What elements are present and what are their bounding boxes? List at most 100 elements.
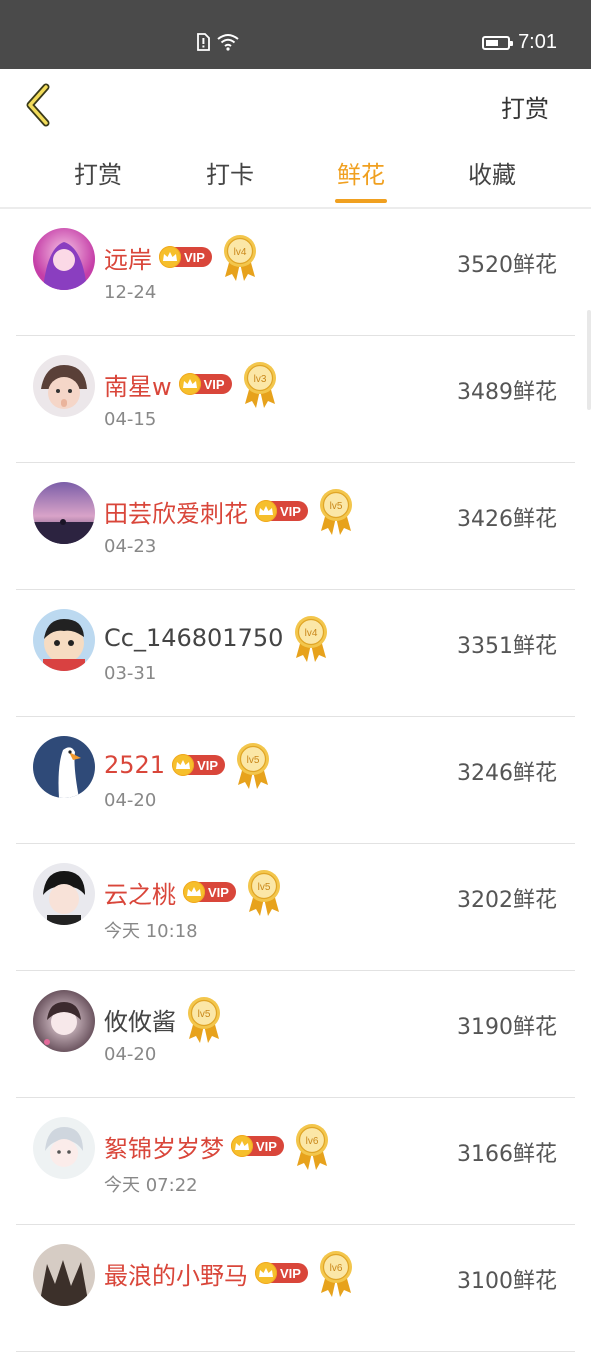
status-bar: 7:01 <box>0 0 591 69</box>
level-medal: lv6 <box>284 1116 330 1176</box>
level-medal: lv5 <box>308 481 354 541</box>
record-date: 04-20 <box>104 790 157 811</box>
avatar[interactable] <box>33 355 95 417</box>
list-item[interactable]: 田芸欣爱刺花 VIP lv5 04-23 3426鲜花 <box>0 463 591 590</box>
tab-checkin[interactable]: 打卡 <box>190 155 270 190</box>
name-line: Cc_146801750 lv4 <box>104 608 329 668</box>
record-date: 04-15 <box>104 409 157 430</box>
list-item[interactable]: 南星w VIP lv3 04-15 3489鲜花 <box>0 336 591 463</box>
status-icons-center <box>196 33 240 55</box>
crown-icon <box>255 1262 277 1284</box>
header: 打赏 <box>0 69 591 139</box>
level-medal-icon: lv5 <box>188 997 220 1043</box>
svg-text:lv5: lv5 <box>247 755 260 766</box>
level-medal: lv4 <box>283 608 329 668</box>
level-medal: lv6 <box>308 1243 354 1303</box>
avatar[interactable] <box>33 609 95 671</box>
user-name[interactable]: 远岸 <box>104 240 152 275</box>
user-name[interactable]: 云之桃 <box>104 875 176 910</box>
flower-amount: 3190鲜花 <box>457 1015 557 1040</box>
avatar[interactable] <box>33 1117 95 1179</box>
battery-icon <box>482 35 514 50</box>
list-item[interactable]: 云之桃 VIP lv5 今天 10:18 3202鲜花 <box>0 844 591 971</box>
flower-amount: 3166鲜花 <box>457 1142 557 1167</box>
wifi-icon <box>216 33 240 55</box>
crown-icon <box>231 1135 253 1157</box>
tab-reward[interactable]: 打赏 <box>58 155 138 190</box>
sim-alert-icon <box>196 33 210 55</box>
svg-text:lv5: lv5 <box>258 882 271 893</box>
vip-label: VIP <box>184 249 205 265</box>
svg-text:lv3: lv3 <box>253 374 266 385</box>
svg-text:lv4: lv4 <box>305 628 318 639</box>
back-button[interactable] <box>22 83 62 127</box>
status-icons-right: 7:01 <box>482 31 557 54</box>
scrollbar[interactable] <box>587 310 591 410</box>
list-item[interactable]: 远岸 VIP lv4 12-24 3520鲜花 <box>0 209 591 336</box>
crown-icon <box>159 246 181 268</box>
level-medal: lv4 <box>212 227 258 287</box>
svg-text:lv5: lv5 <box>198 1009 211 1020</box>
flower-amount: 3426鲜花 <box>457 507 557 532</box>
name-line: 云之桃 VIP lv5 <box>104 862 282 922</box>
avatar[interactable] <box>33 1244 95 1306</box>
flower-amount: 3100鲜花 <box>457 1269 557 1294</box>
name-line: 田芸欣爱刺花 VIP lv5 <box>104 481 354 541</box>
vip-badge: VIP <box>159 246 212 268</box>
vip-label: VIP <box>256 1138 277 1154</box>
list-item[interactable]: 最浪的小野马 VIP lv6 3100鲜花 <box>0 1225 591 1352</box>
level-medal: lv3 <box>232 354 278 414</box>
level-medal-icon: lv6 <box>295 1124 328 1170</box>
battery-level-fill <box>486 39 499 46</box>
record-date: 今天 10:18 <box>104 921 198 942</box>
vip-badge: VIP <box>255 1262 308 1284</box>
tab-favorites[interactable]: 收藏 <box>452 155 532 190</box>
vip-label: VIP <box>203 376 225 392</box>
user-name[interactable]: 攸攸酱 <box>104 1002 176 1037</box>
status-time: 7:01 <box>518 31 557 53</box>
level-medal-icon: lv6 <box>319 1251 352 1297</box>
tab-flowers[interactable]: 鲜花 <box>321 155 401 190</box>
user-name[interactable]: 絮锦岁岁梦 <box>104 1129 224 1164</box>
header-reward-button[interactable]: 打赏 <box>501 89 549 124</box>
crown-icon <box>183 881 205 903</box>
vip-badge: VIP <box>183 881 236 903</box>
user-name[interactable]: 南星w <box>104 367 172 402</box>
avatar[interactable] <box>33 736 95 798</box>
level-medal: lv5 <box>176 989 222 1049</box>
level-medal-icon: lv4 <box>223 235 256 281</box>
svg-text:lv5: lv5 <box>330 501 343 512</box>
name-line: 最浪的小野马 VIP lv6 <box>104 1243 354 1303</box>
name-line: 2521 VIP lv5 <box>104 735 271 795</box>
tab-bar: 打赏 打卡 鲜花 收藏 <box>0 139 591 207</box>
level-medal-icon: lv5 <box>247 870 280 916</box>
list-item[interactable]: 攸攸酱 lv5 04-20 3190鲜花 <box>0 971 591 1098</box>
vip-label: VIP <box>280 503 301 519</box>
list-item[interactable]: Cc_146801750 lv4 03-31 3351鲜花 <box>0 590 591 717</box>
list-item[interactable]: 2521 VIP lv5 04-20 3246鲜花 <box>0 717 591 844</box>
svg-text:lv6: lv6 <box>306 1136 319 1147</box>
avatar[interactable] <box>33 482 95 544</box>
level-medal: lv5 <box>225 735 271 795</box>
crown-icon <box>178 373 201 395</box>
avatar[interactable] <box>33 863 95 925</box>
user-name[interactable]: 最浪的小野马 <box>104 1256 248 1291</box>
chevron-left-icon <box>26 83 50 127</box>
vip-badge: VIP <box>255 500 308 522</box>
avatar[interactable] <box>33 228 95 290</box>
user-name[interactable]: Cc_146801750 <box>104 624 283 652</box>
svg-text:lv6: lv6 <box>330 1263 343 1274</box>
user-name[interactable]: 田芸欣爱刺花 <box>104 494 248 529</box>
user-name[interactable]: 2521 <box>104 751 165 779</box>
level-medal-icon: lv3 <box>243 362 276 408</box>
avatar[interactable] <box>33 990 95 1052</box>
name-line: 远岸 VIP lv4 <box>104 227 258 287</box>
crown-icon <box>172 754 195 776</box>
record-date: 04-23 <box>104 536 157 557</box>
list-item[interactable]: 絮锦岁岁梦 VIP lv6 今天 07:22 3166鲜花 <box>0 1098 591 1225</box>
name-line: 攸攸酱 lv5 <box>104 989 222 1049</box>
name-line: 南星w VIP lv3 <box>104 354 278 414</box>
level-medal-icon: lv4 <box>295 616 328 662</box>
vip-badge: VIP <box>231 1135 284 1157</box>
record-date: 12-24 <box>104 282 157 303</box>
